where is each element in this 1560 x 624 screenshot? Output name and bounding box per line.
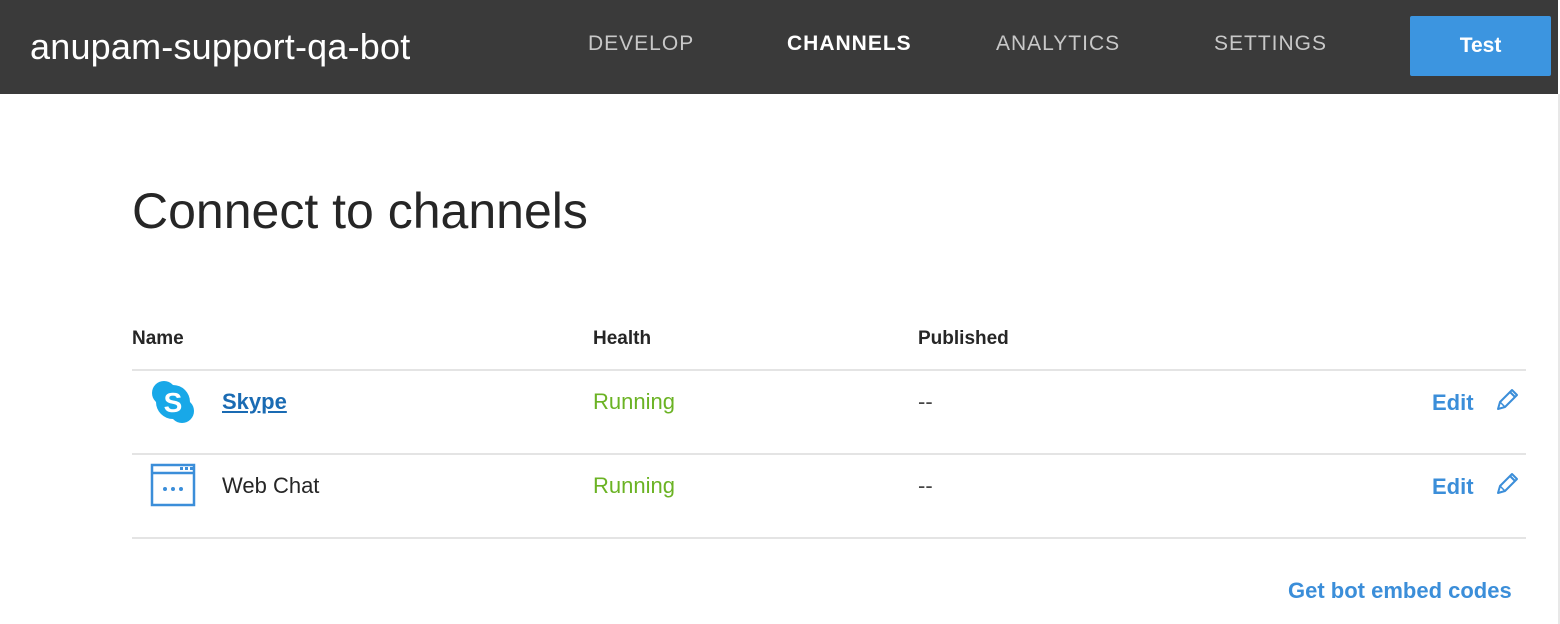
health-status: Running [593,473,675,498]
tab-settings[interactable]: SETTINGS [1214,32,1327,56]
test-button[interactable]: Test [1410,16,1551,76]
published-value: -- [918,389,933,414]
column-header-name: Name [132,328,184,349]
edit-label: Edit [1432,390,1474,415]
edit-button-web-chat[interactable]: Edit [1432,471,1520,503]
tab-develop[interactable]: DEVELOP [588,32,694,56]
edit-button-skype[interactable]: Edit [1432,387,1520,419]
page-title: Connect to channels [132,183,588,239]
divider [132,537,1526,539]
pencil-icon [1494,471,1520,503]
edit-label: Edit [1432,474,1474,499]
skype-icon: S [150,379,196,425]
top-bar: anupam-support-qa-bot DEVELOP CHANNELS A… [0,0,1558,94]
health-status: Running [593,389,675,414]
tab-analytics[interactable]: ANALYTICS [996,32,1120,56]
pencil-icon [1494,387,1520,419]
web-chat-icon [150,463,196,509]
channel-link-skype[interactable]: Skype [222,389,287,415]
column-header-health: Health [593,328,652,349]
bot-name: anupam-support-qa-bot [30,26,411,67]
get-embed-codes-link[interactable]: Get bot embed codes [1288,578,1512,604]
table-row: S Skype Running -- Edit [132,371,1526,453]
tab-channels[interactable]: CHANNELS [787,32,912,56]
column-header-published: Published [918,328,1009,349]
published-value: -- [918,473,933,498]
table-row: Web Chat Running -- Edit [132,455,1526,537]
svg-text:S: S [164,387,183,418]
channel-name-web-chat: Web Chat [222,473,320,498]
